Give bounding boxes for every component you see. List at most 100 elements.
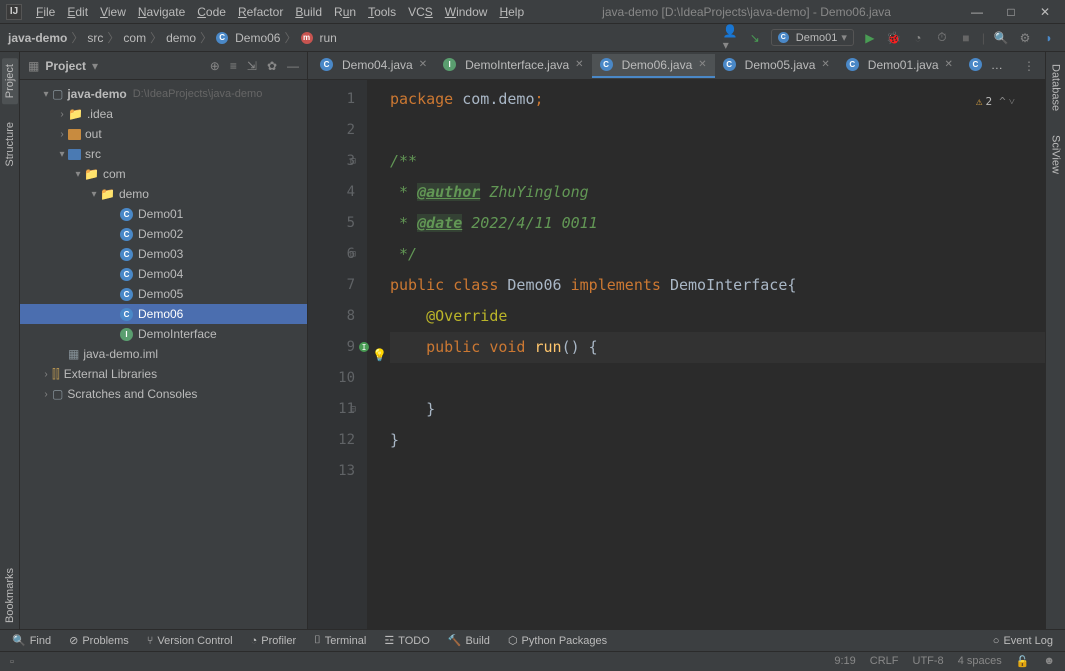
plugin-icon[interactable]: ◗ <box>1041 30 1057 46</box>
project-tree[interactable]: ▾▢java-demoD:\IdeaProjects\java-demo ›📁.… <box>20 80 307 629</box>
tab-demo05[interactable]: CDemo05.java✕ <box>715 54 838 78</box>
class-icon: C <box>320 58 333 71</box>
crumb-demo[interactable]: demo <box>166 31 196 45</box>
inspection-icon[interactable]: ☻ <box>1043 655 1055 668</box>
tree-file-interface[interactable]: IDemoInterface <box>20 324 307 344</box>
tab-database[interactable]: Database <box>1048 58 1064 117</box>
crumb-project[interactable]: java-demo <box>8 31 67 45</box>
tool-problems[interactable]: ⊘Problems <box>69 634 129 647</box>
close-icon[interactable]: ✕ <box>821 59 829 70</box>
status-position[interactable]: 9:19 <box>834 655 855 668</box>
tree-scratches[interactable]: ›▢Scratches and Consoles <box>20 384 307 404</box>
menu-build[interactable]: Build <box>289 5 328 19</box>
tree-file-demo02[interactable]: CDemo02 <box>20 224 307 244</box>
menu-navigate[interactable]: Navigate <box>132 5 191 19</box>
menu-window[interactable]: Window <box>439 5 494 19</box>
status-eol[interactable]: CRLF <box>870 655 899 668</box>
tab-demo06[interactable]: CDemo06.java✕ <box>592 54 715 78</box>
crumb-src[interactable]: src <box>87 31 103 45</box>
hide-icon[interactable]: — <box>287 59 299 73</box>
intention-bulb-icon[interactable]: 💡 <box>372 340 387 371</box>
tool-terminal[interactable]: ⌷Terminal <box>314 634 366 647</box>
maximize-button[interactable]: □ <box>997 3 1025 21</box>
tab-structure[interactable]: Structure <box>2 116 18 173</box>
tab-overflow[interactable]: C… <box>961 54 1011 78</box>
run-button[interactable]: ▶ <box>862 30 878 46</box>
minimize-button[interactable]: — <box>963 3 991 21</box>
menu-edit[interactable]: Edit <box>61 5 94 19</box>
tool-todo[interactable]: ☲TODO <box>384 634 429 647</box>
search-icon[interactable]: 🔍 <box>993 30 1009 46</box>
tree-out[interactable]: ›out <box>20 124 307 144</box>
menu-help[interactable]: Help <box>493 5 530 19</box>
coverage-button[interactable]: ◔ <box>910 30 926 46</box>
menu-file[interactable]: File <box>30 5 61 19</box>
tool-vcs[interactable]: ⑂Version Control <box>147 635 233 647</box>
profiler-button[interactable]: ⏱ <box>934 30 950 46</box>
tree-src[interactable]: ▾src <box>20 144 307 164</box>
status-indicator-icon[interactable]: ▫ <box>10 656 14 668</box>
close-icon[interactable]: ✕ <box>419 59 427 70</box>
tree-file-demo03[interactable]: CDemo03 <box>20 244 307 264</box>
chevron-right-icon: 〉 <box>284 29 296 46</box>
tab-list-icon[interactable]: ⋮ <box>1013 59 1045 73</box>
tree-file-demo05[interactable]: CDemo05 <box>20 284 307 304</box>
status-encoding[interactable]: UTF-8 <box>913 655 944 668</box>
close-icon[interactable]: ✕ <box>698 59 706 70</box>
select-opened-icon[interactable]: ⊕ <box>210 59 220 73</box>
fold-icon[interactable]: ⊟ <box>350 394 356 425</box>
class-icon: C <box>216 32 228 44</box>
run-config-selector[interactable]: C Demo01 ▾ <box>771 29 854 46</box>
collapse-all-icon[interactable]: ⇲ <box>247 59 257 73</box>
menu-refactor[interactable]: Refactor <box>232 5 289 19</box>
close-icon[interactable]: ✕ <box>575 59 583 70</box>
tab-demointerface[interactable]: IDemoInterface.java✕ <box>435 54 591 78</box>
close-button[interactable]: ✕ <box>1031 3 1059 21</box>
tree-file-demo01[interactable]: CDemo01 <box>20 204 307 224</box>
settings-icon[interactable]: ⚙ <box>1017 30 1033 46</box>
inspection-badge[interactable]: ⚠2^˅ <box>976 86 1015 117</box>
status-indent[interactable]: 4 spaces <box>958 655 1002 668</box>
tool-build[interactable]: 🔨Build <box>448 634 490 647</box>
warning-icon: ⚠ <box>976 86 983 117</box>
tab-demo04[interactable]: CDemo04.java✕ <box>312 54 435 78</box>
tree-file-demo06[interactable]: CDemo06 <box>20 304 307 324</box>
menu-tools[interactable]: Tools <box>362 5 402 19</box>
tool-python[interactable]: ⬡Python Packages <box>508 634 607 647</box>
fold-icon[interactable]: ⊟ <box>350 239 356 270</box>
breadcrumb[interactable]: java-demo 〉 src 〉 com 〉 demo 〉 C Demo06 … <box>8 29 337 46</box>
menu-run[interactable]: Run <box>328 5 362 19</box>
tree-root[interactable]: ▾▢java-demoD:\IdeaProjects\java-demo <box>20 84 307 104</box>
code-area[interactable]: ⚠2^˅ package com.demo; ⊟/** * @author Zh… <box>368 80 1045 629</box>
menu-code[interactable]: Code <box>191 5 232 19</box>
lock-icon[interactable]: 🔓 <box>1016 655 1030 668</box>
gutter[interactable]: 1 2 3 4 5 6 7 8 9I 10 11 12 13 <box>308 80 368 629</box>
user-icon[interactable]: 👤▾ <box>723 30 739 46</box>
tree-file-demo04[interactable]: CDemo04 <box>20 264 307 284</box>
crumb-com[interactable]: com <box>123 31 146 45</box>
crumb-method[interactable]: run <box>320 31 337 45</box>
tree-com[interactable]: ▾📁com <box>20 164 307 184</box>
tab-sciview[interactable]: SciView <box>1048 129 1064 180</box>
tool-find[interactable]: 🔍Find <box>12 634 51 647</box>
stop-button[interactable]: ■ <box>958 30 974 46</box>
tab-bookmarks[interactable]: Bookmarks <box>2 562 18 629</box>
tab-project[interactable]: Project <box>2 58 18 104</box>
tree-demo[interactable]: ▾📁demo <box>20 184 307 204</box>
build-icon[interactable]: ↘ <box>747 30 763 46</box>
close-icon[interactable]: ✕ <box>945 59 953 70</box>
settings-icon[interactable]: ✿ <box>267 59 277 73</box>
tab-demo01[interactable]: CDemo01.java✕ <box>838 54 961 78</box>
menu-view[interactable]: View <box>94 5 132 19</box>
expand-all-icon[interactable]: ≡ <box>230 59 237 73</box>
tool-profiler[interactable]: ◔Profiler <box>251 635 297 647</box>
tree-idea[interactable]: ›📁.idea <box>20 104 307 124</box>
tree-iml[interactable]: ▦java-demo.iml <box>20 344 307 364</box>
run-config-label: Demo01 <box>796 32 838 44</box>
fold-icon[interactable]: ⊟ <box>350 146 356 177</box>
debug-button[interactable]: 🐞 <box>886 30 902 46</box>
tree-external[interactable]: ›⫿⫿External Libraries <box>20 364 307 384</box>
crumb-class[interactable]: Demo06 <box>235 31 280 45</box>
tool-eventlog[interactable]: ○Event Log <box>993 635 1053 647</box>
menu-vcs[interactable]: VCS <box>402 5 439 19</box>
